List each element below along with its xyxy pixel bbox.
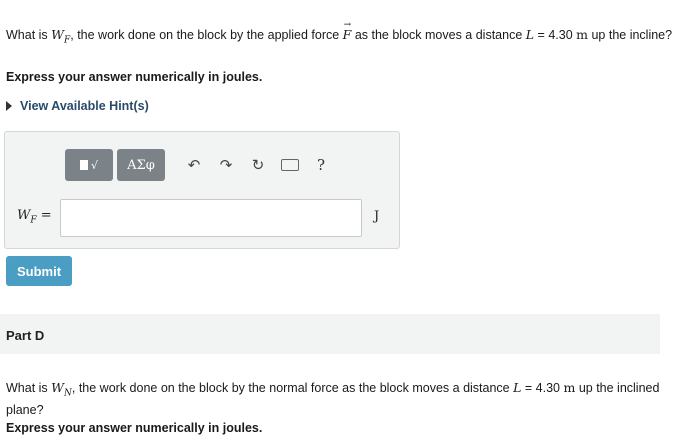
templates-button[interactable]: √ [65,149,113,181]
part-d-instruction: Express your answer numerically in joule… [6,421,263,435]
part-d-label: Part D [6,328,45,343]
template-square-icon [79,160,88,170]
distance-unit: m [576,27,588,42]
undo-icon[interactable]: ↶ [183,154,205,176]
answer-instruction: Express your answer numerically in joule… [6,70,263,84]
force-vector-symbol: F [343,17,352,43]
part-d-header[interactable]: Part D [0,314,660,354]
answer-panel: √ ΑΣφ ↶ ↷ ↻ ? WF = J [4,131,400,249]
expand-triangle-icon [6,101,12,111]
answer-unit: J [374,209,380,224]
normal-work-symbol: WN [51,380,72,399]
answer-input[interactable] [60,199,362,237]
question-text: What is WF, the work done on the block b… [6,17,676,50]
redo-icon[interactable]: ↷ [215,154,237,176]
keyboard-icon[interactable] [279,154,301,176]
submit-button[interactable]: Submit [6,256,72,286]
symbols-button[interactable]: ΑΣφ [117,149,165,181]
answer-variable-label: WF = [17,208,52,226]
view-hints-link[interactable]: View Available Hint(s) [6,99,149,113]
part-d-question: What is WN, the work done on the block b… [6,380,660,417]
reset-icon[interactable]: ↻ [247,154,269,176]
work-symbol: WF [51,27,71,46]
distance-symbol: L [525,27,535,42]
help-button[interactable]: ? [317,156,325,174]
math-toolbar: √ ΑΣφ ↶ ↷ ↻ ? [65,149,325,181]
